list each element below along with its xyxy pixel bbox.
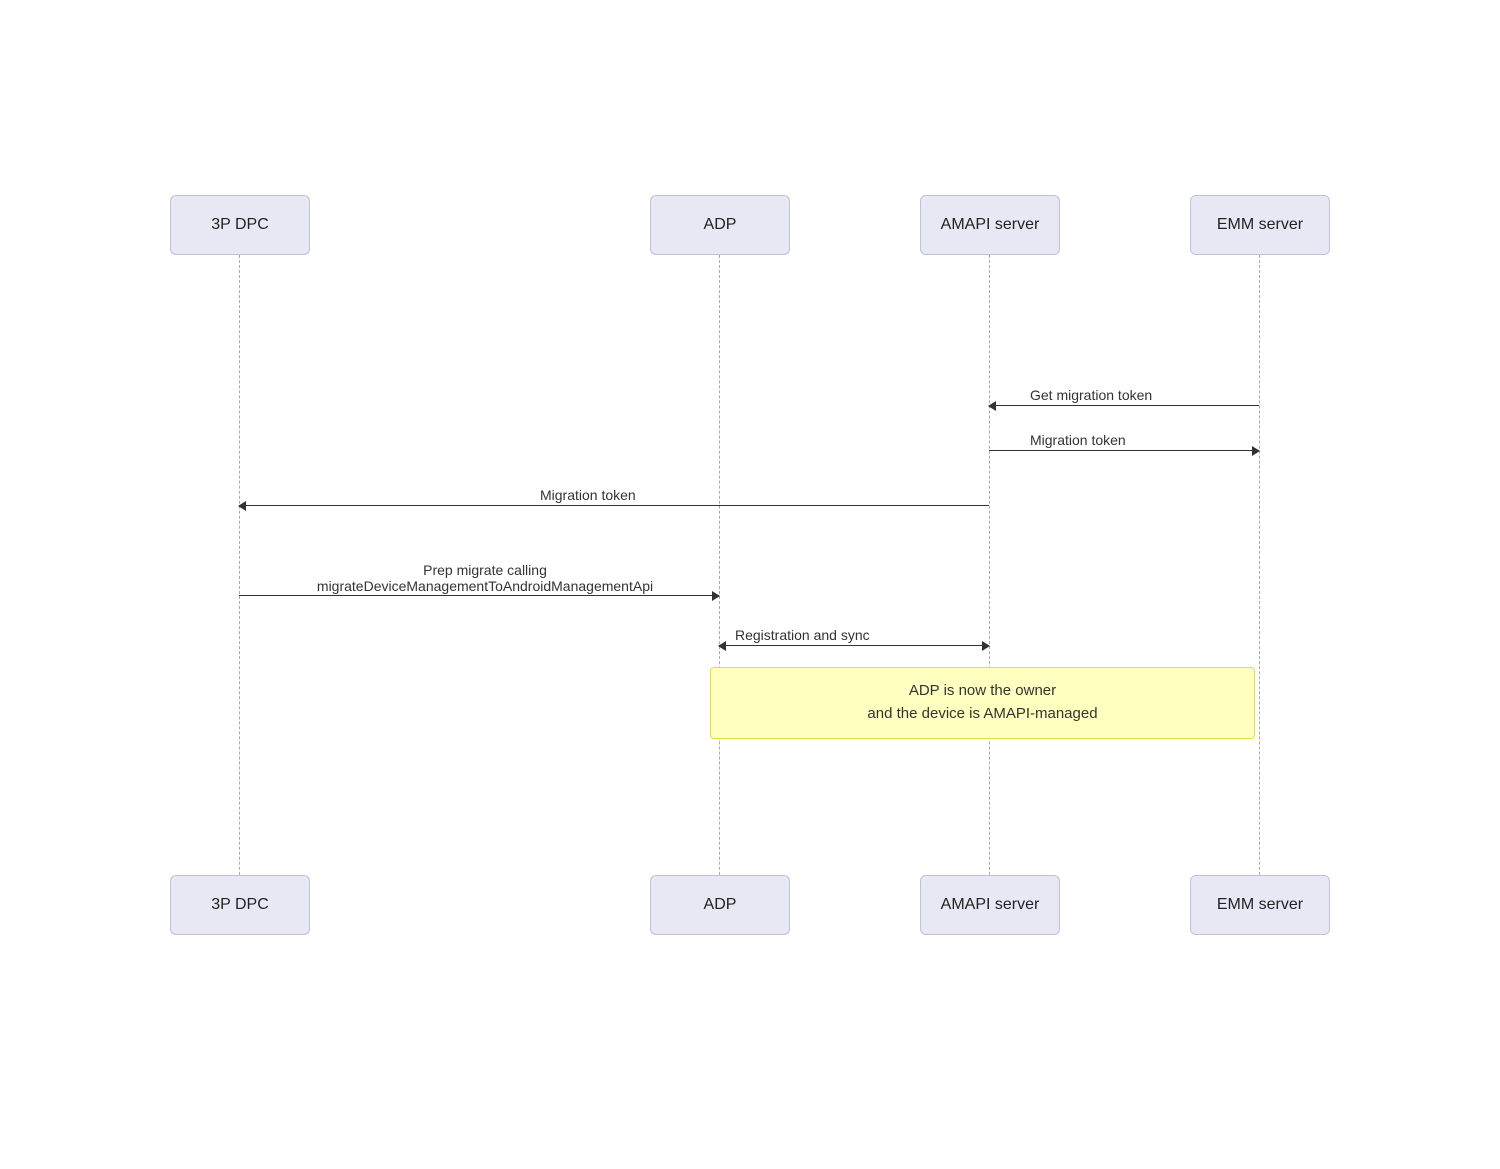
actor-adp-bottom: ADP	[650, 875, 790, 935]
label-get-migration-token: Get migration token	[1030, 387, 1152, 403]
lifeline-amapi	[989, 255, 990, 935]
arrow-migration-token-2	[239, 505, 989, 506]
highlight-adp-owner: ADP is now the ownerand the device is AM…	[710, 667, 1255, 739]
actor-emm-top: EMM server	[1190, 195, 1330, 255]
actor-amapi-top: AMAPI server	[920, 195, 1060, 255]
arrow-migration-token-1	[989, 450, 1259, 451]
lifeline-emm	[1259, 255, 1260, 935]
label-migration-token-2: Migration token	[540, 487, 636, 503]
actor-amapi-bottom: AMAPI server	[920, 875, 1060, 935]
label-registration-sync: Registration and sync	[735, 627, 870, 643]
label-migration-token-1: Migration token	[1030, 432, 1126, 448]
actor-dpc-bottom: 3P DPC	[170, 875, 310, 935]
arrow-get-migration-token	[989, 405, 1259, 406]
actor-emm-bottom: EMM server	[1190, 875, 1330, 935]
arrow-registration-sync	[719, 645, 989, 646]
actor-dpc-top: 3P DPC	[170, 195, 310, 255]
sequence-diagram: 3P DPC ADP AMAPI server EMM server Get m…	[110, 195, 1390, 975]
label-prep-migrate: Prep migrate calling migrateDeviceManage…	[260, 562, 710, 594]
actor-adp-top: ADP	[650, 195, 790, 255]
arrow-prep-migrate	[239, 595, 719, 596]
